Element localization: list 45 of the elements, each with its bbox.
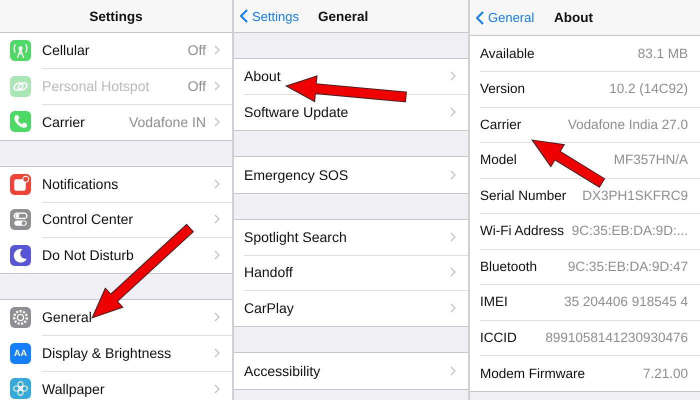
row-value: 35 204406 918545 4 [563, 294, 688, 310]
letters-icon: AA [10, 342, 31, 364]
row-label: Wallpaper [42, 380, 105, 397]
row-label: CarPlay [244, 300, 294, 316]
row-value: MF357HN/A [612, 152, 688, 168]
back-button[interactable]: General [476, 10, 546, 25]
row-value: Vodafone IN [128, 114, 206, 130]
screen-title: Settings [88, 8, 144, 24]
row-label: Version [480, 81, 526, 96]
row-label: Notifications [42, 176, 118, 192]
row-label: Wi-Fi Address [480, 223, 564, 238]
row-label: Available [480, 46, 535, 61]
row-value: Off [186, 42, 206, 58]
row-label: Handoff [244, 264, 293, 280]
row-label: Bluetooth [480, 258, 538, 274]
row-label: Carrier [42, 114, 85, 130]
row-label: Do Not Disturb [42, 247, 134, 264]
row-label: Cellular [42, 42, 90, 58]
row-label: IMEI [480, 294, 508, 310]
row-value: Off [186, 78, 206, 94]
back-button[interactable]: Settings [240, 8, 310, 24]
row-label: Display & Brightness [42, 344, 172, 361]
row-label: General [42, 309, 92, 326]
row-label: Emergency SOS [244, 166, 348, 183]
row-value: 8991058141230930476 [544, 330, 688, 345]
screen-title: About [553, 10, 594, 25]
row-label: Serial Number [480, 188, 566, 203]
row-value: 7.21.00 [642, 366, 688, 381]
row-label: Personal Hotspot [42, 78, 150, 94]
row-label: Modem Firmware [480, 366, 586, 381]
row-value: DX3PH1SKFRC9 [581, 188, 688, 203]
row-value: 9C:35:EB:DA:9D:47 [566, 258, 688, 274]
row-value: 9C:35:EB:DA:9D:... [570, 223, 688, 238]
screen-title: General [317, 8, 370, 24]
row-value: 83.1 MB [636, 46, 688, 61]
row-label: About [244, 68, 281, 84]
row-value: Vodafone India 27.0 [566, 116, 688, 132]
row-value: 10.2 (14C92) [608, 81, 688, 96]
row-label: Carrier [480, 116, 522, 132]
row-label: Software Update [244, 104, 348, 120]
row-label: Control Center [42, 211, 134, 228]
row-label: Accessibility [244, 362, 320, 379]
row-label: Spotlight Search [244, 228, 347, 245]
row-label: Model [480, 152, 517, 168]
row-label: ICCID [480, 330, 517, 345]
